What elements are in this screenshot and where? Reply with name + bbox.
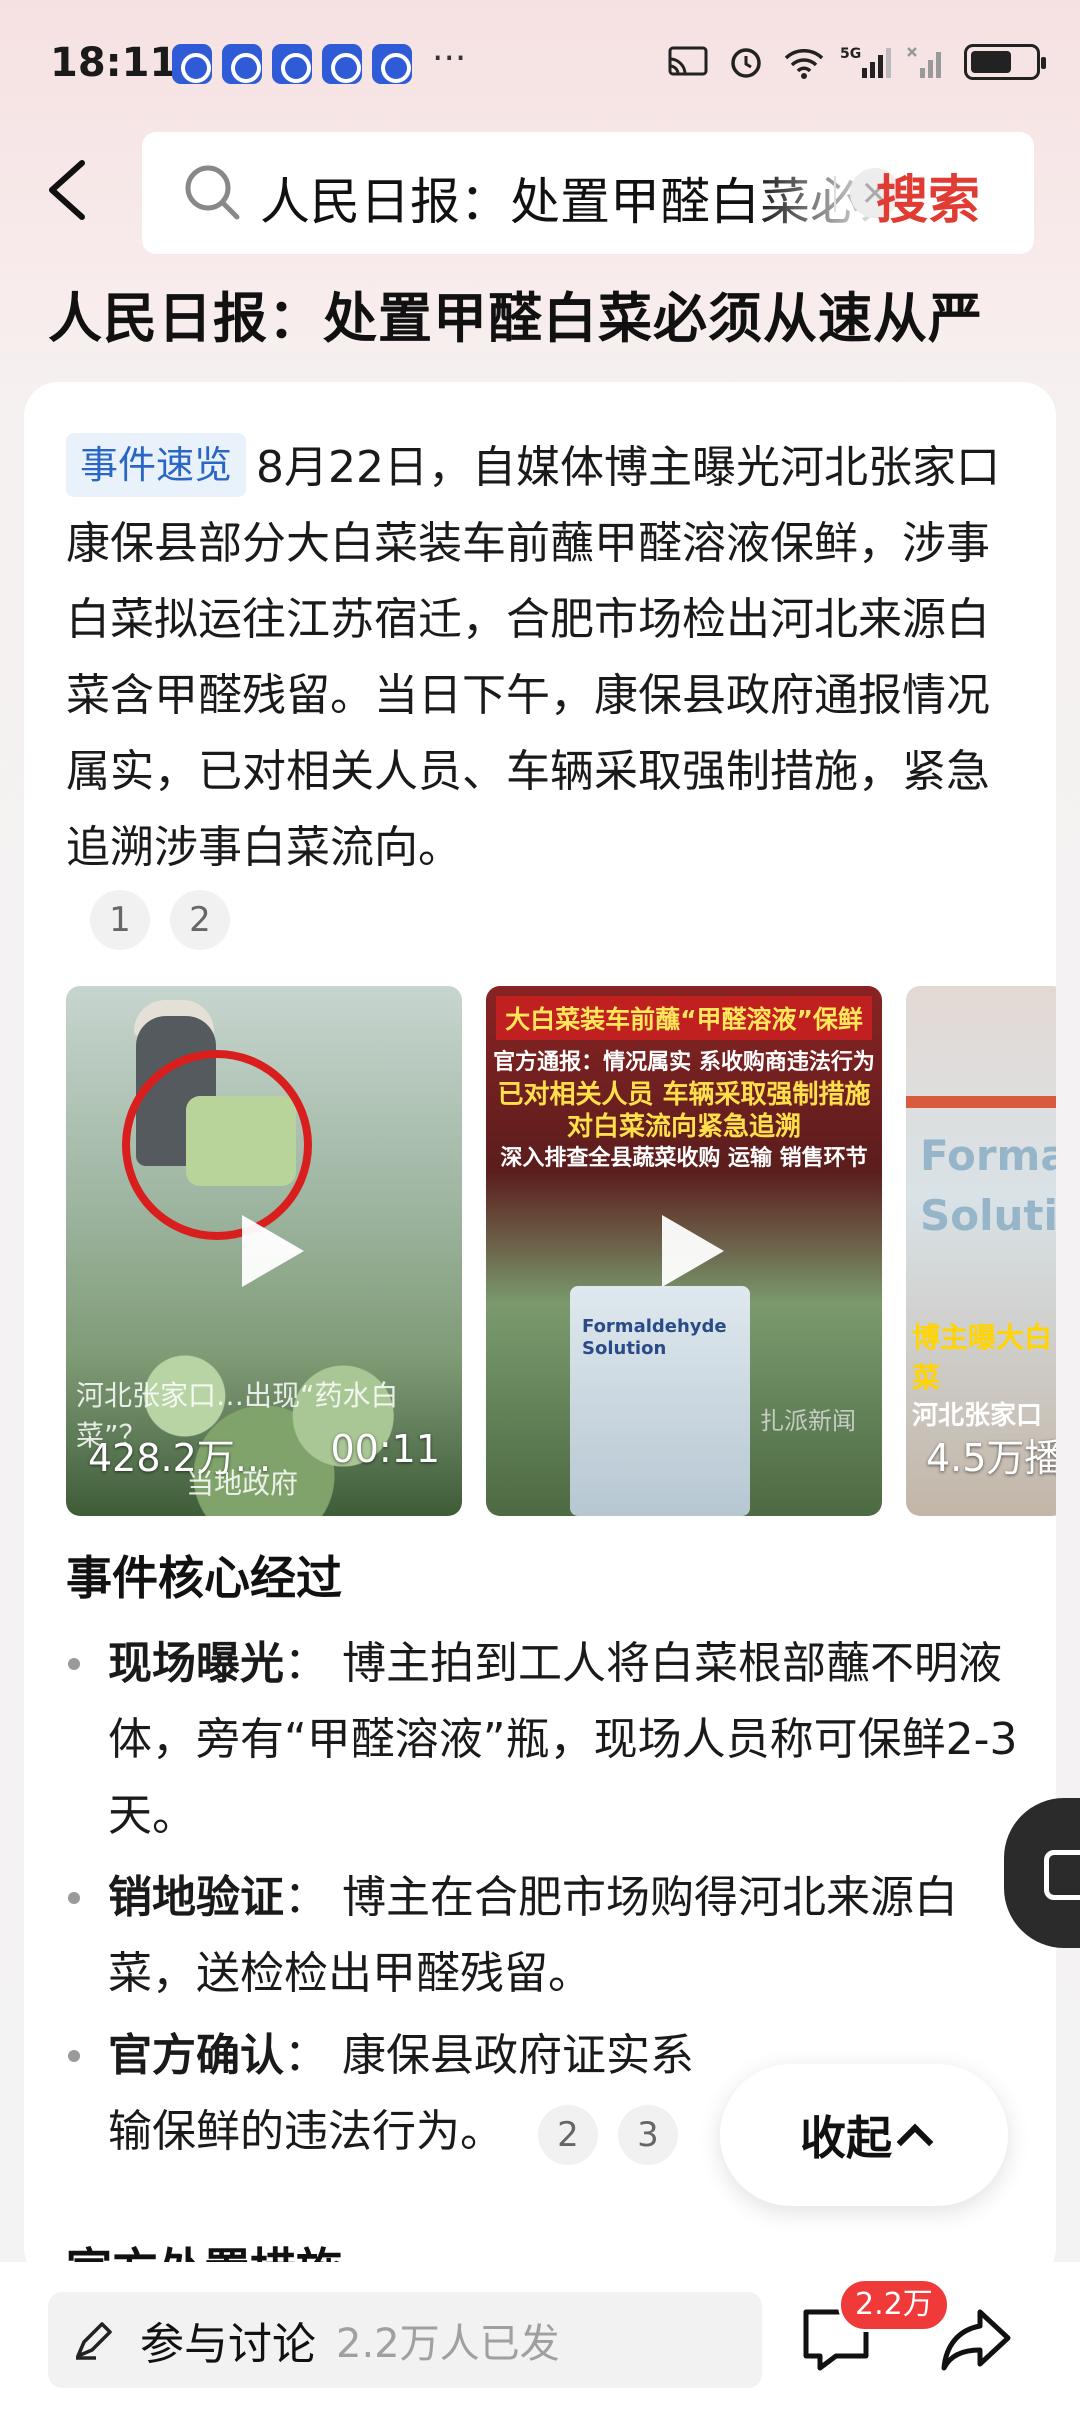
search-button[interactable]: 搜索 bbox=[876, 158, 980, 233]
bottle-label: Formald Solutio bbox=[920, 1131, 1056, 1240]
video-card[interactable]: 河北张家口…出现“药水白菜”？ 428.2万... 00:11 当地政府 bbox=[66, 986, 462, 1516]
video-caption: 博主曝大白菜 bbox=[912, 1321, 1053, 1394]
signal-icon: 5G bbox=[840, 46, 891, 78]
discussion-input[interactable]: 参与讨论 2.2万人已发 bbox=[48, 2292, 762, 2388]
chevron-left-icon bbox=[49, 160, 85, 220]
collapse-button[interactable]: 收起 bbox=[720, 2064, 1008, 2206]
reference-link[interactable]: 2 bbox=[538, 2105, 598, 2165]
bottle-cap-strip bbox=[906, 1096, 1056, 1108]
app-notification-icon bbox=[222, 44, 262, 84]
status-icons: 5G bbox=[666, 44, 1046, 80]
search-box[interactable]: 人民日报：处置甲醛白菜必须从速从严 × 搜索 bbox=[142, 132, 1034, 254]
app-notification-icon bbox=[322, 44, 362, 84]
bottom-bar: 参与讨论 2.2万人已发 2.2万 bbox=[0, 2262, 1080, 2412]
video-card[interactable]: 大白菜装车前蘸“甲醛溶液”保鲜 官方通报：情况属实 系收购商违法行为 已对相关人… bbox=[486, 986, 882, 1516]
comment-count-badge: 2.2万 bbox=[838, 2278, 950, 2332]
discussion-label: 参与讨论 bbox=[140, 2319, 316, 2370]
ai-summary-card: 事件速览 8月22日，自媒体博主曝光河北张家口康保县部分大白菜装车前蘸甲醛溶液保鲜… bbox=[24, 382, 1056, 2282]
event-summary: 事件速览 8月22日，自媒体博主曝光河北张家口康保县部分大白菜装车前蘸甲醛溶液保鲜… bbox=[66, 430, 1016, 886]
video-overlay-text: 对白菜流向紧急追溯 bbox=[566, 1112, 801, 1142]
reference-link[interactable]: 3 bbox=[618, 2105, 678, 2165]
chevron-up-icon bbox=[896, 2123, 934, 2161]
item-label: 现场曝光 bbox=[108, 1638, 284, 1689]
alarm-icon bbox=[731, 48, 761, 78]
page-title: 人民日报：处置甲醛白菜必须从速从严 bbox=[48, 287, 983, 350]
video-duration: 00:11 bbox=[330, 1427, 440, 1471]
reference-link[interactable]: 2 bbox=[170, 890, 230, 950]
item-separator: ： bbox=[284, 1638, 328, 1689]
bottle-label: Formaldehyde Solution bbox=[582, 1316, 727, 1359]
collapse-label: 收起 bbox=[800, 2111, 892, 2165]
share-icon[interactable] bbox=[938, 2302, 1014, 2378]
play-icon[interactable] bbox=[662, 1215, 724, 1287]
highlight-circle bbox=[122, 1050, 312, 1240]
video-card[interactable]: Formald Solutio 博主曝大白菜 河北张家口 4.5万播 bbox=[906, 986, 1056, 1516]
app-notification-icon bbox=[372, 44, 412, 84]
item-text: 康保县政府证实系 bbox=[342, 2030, 694, 2081]
notification-icons bbox=[172, 44, 412, 84]
video-caption: 当地政府 bbox=[186, 1467, 299, 1500]
video-watermark: 扎派新闻 bbox=[760, 1407, 856, 1435]
more-notifications-dots: ··· bbox=[432, 38, 467, 79]
back-button[interactable] bbox=[44, 150, 104, 230]
item-label: 官方确认 bbox=[108, 2030, 284, 2081]
list-item: 现场曝光： 博主拍到工人将白菜根部蘸不明液体，旁有“甲醛溶液”瓶，现场人员称可保… bbox=[66, 1626, 1026, 1854]
status-bar: 18:11 ··· 5G bbox=[0, 0, 1080, 130]
search-icon bbox=[185, 165, 240, 220]
reference-link[interactable]: 1 bbox=[90, 890, 150, 950]
item-text: 输保鲜的违法行为。 bbox=[108, 2106, 504, 2157]
list-item: 销地验证： 博主在合肥市场购得河北来源白菜，送检检出甲醛残留。 bbox=[66, 1860, 1026, 2012]
video-overlay-text: 深入排查全县蔬菜收购 运输 销售环节 bbox=[500, 1146, 868, 1171]
summary-text: 8月22日，自媒体博主曝光河北张家口康保县部分大白菜装车前蘸甲醛溶液保鲜，涉事白… bbox=[66, 442, 1000, 873]
item-label: 销地验证 bbox=[108, 1872, 284, 1923]
status-time: 18:11 bbox=[50, 40, 178, 86]
signal-2-icon bbox=[907, 47, 941, 78]
cast-icon bbox=[668, 46, 708, 76]
video-carousel[interactable]: 河北张家口…出现“药水白菜”？ 428.2万... 00:11 当地政府 大白菜… bbox=[66, 986, 1056, 1516]
app-notification-icon bbox=[272, 44, 312, 84]
search-divider bbox=[834, 176, 836, 212]
video-headline: 大白菜装车前蘸“甲醛溶液”保鲜 bbox=[496, 996, 872, 1040]
pen-icon bbox=[76, 2322, 112, 2360]
item-separator: ： bbox=[284, 2030, 328, 2081]
event-overview-tag: 事件速览 bbox=[66, 433, 247, 497]
reference-list: 1 2 bbox=[90, 890, 250, 950]
wifi-icon bbox=[784, 49, 824, 79]
video-views: 4.5万播 bbox=[926, 1436, 1056, 1480]
discussion-count: 2.2万人已发 bbox=[336, 2321, 560, 2367]
item-separator: ： bbox=[284, 1872, 328, 1923]
svg-text:5G: 5G bbox=[840, 46, 861, 62]
app-notification-icon bbox=[172, 44, 212, 84]
battery-icon bbox=[964, 44, 1046, 80]
search-input[interactable]: 人民日报：处置甲醛白菜必须从速从严 bbox=[260, 162, 890, 234]
section-title: 事件核心经过 bbox=[66, 1551, 342, 1605]
video-overlay-text: 官方通报：情况属实 系收购商违法行为 bbox=[493, 1050, 875, 1075]
play-icon[interactable] bbox=[242, 1215, 304, 1287]
